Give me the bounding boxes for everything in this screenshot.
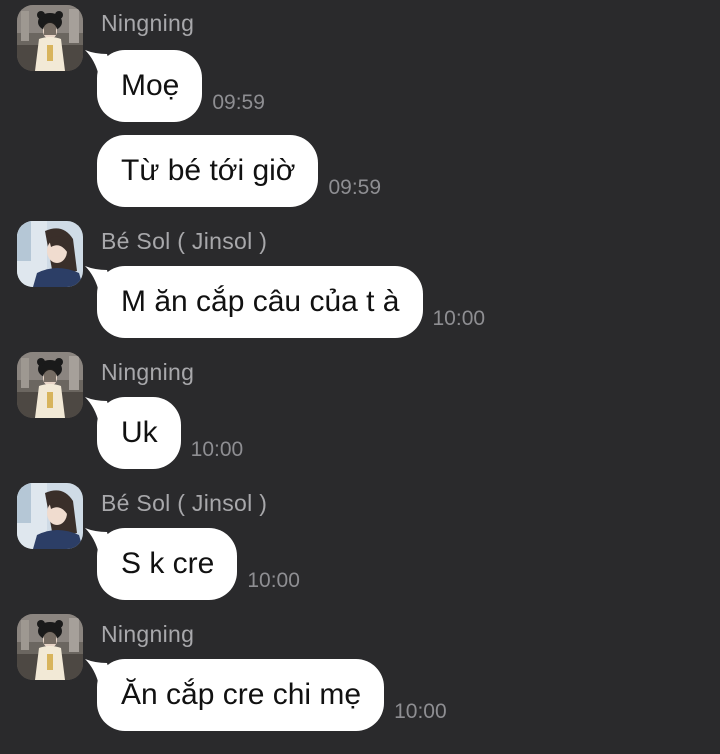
message-bubble[interactable]: M ăn cắp câu của t à bbox=[97, 266, 423, 338]
message-bubble[interactable]: Uk bbox=[97, 397, 181, 469]
message-text: S k cre bbox=[121, 547, 215, 580]
message-bubble[interactable]: Ăn cắp cre chi mẹ bbox=[97, 659, 385, 731]
message-time: 09:59 bbox=[212, 91, 265, 114]
ningning-avatar[interactable] bbox=[17, 352, 83, 418]
message-bubble[interactable]: Từ bé tới giờ bbox=[97, 135, 319, 207]
message-time: 10:00 bbox=[190, 438, 244, 461]
message-bubble[interactable]: Moẹ bbox=[97, 50, 203, 122]
bubble-tail bbox=[85, 397, 113, 423]
message-bubble[interactable]: S k cre bbox=[97, 528, 238, 600]
sender-name: Ningning bbox=[101, 359, 195, 385]
message-row: S k cre 10:00 bbox=[97, 528, 300, 600]
jinsol-avatar[interactable] bbox=[17, 483, 83, 549]
message-text: Moẹ bbox=[121, 69, 180, 102]
message-time: 09:59 bbox=[328, 176, 382, 199]
message-row: Moẹ 09:59 bbox=[97, 50, 265, 122]
bubble-tail bbox=[85, 659, 113, 685]
message-text: Uk bbox=[121, 416, 158, 449]
jinsol-avatar[interactable] bbox=[17, 221, 83, 287]
sender-name: Bé Sol ( Jinsol ) bbox=[101, 228, 268, 254]
message-row: Từ bé tới giờ 09:59 bbox=[97, 135, 381, 207]
ningning-avatar[interactable] bbox=[17, 5, 83, 71]
message-row: Uk 10:00 bbox=[97, 397, 243, 469]
sender-name: Ningning bbox=[101, 621, 195, 647]
message-row: M ăn cắp câu của t à 10:00 bbox=[97, 266, 485, 338]
message-row: Ăn cắp cre chi mẹ 10:00 bbox=[97, 659, 447, 731]
message-time: 10:00 bbox=[394, 700, 447, 723]
message-text: Từ bé tới giờ bbox=[121, 154, 296, 187]
message-text: Ăn cắp cre chi mẹ bbox=[121, 678, 362, 711]
message-time: 10:00 bbox=[432, 307, 486, 330]
message-text: M ăn cắp câu của t à bbox=[121, 285, 400, 318]
ningning-avatar[interactable] bbox=[17, 614, 83, 680]
bubble-tail bbox=[85, 50, 113, 76]
sender-name: Ningning bbox=[101, 10, 195, 36]
chat-thread: Ningning Moẹ 09:59 Từ bé tới giờ 09:59 B… bbox=[0, 0, 720, 754]
sender-name: Bé Sol ( Jinsol ) bbox=[101, 490, 268, 516]
message-time: 10:00 bbox=[247, 569, 300, 592]
bubble-tail bbox=[85, 266, 113, 292]
bubble-tail bbox=[85, 528, 113, 554]
